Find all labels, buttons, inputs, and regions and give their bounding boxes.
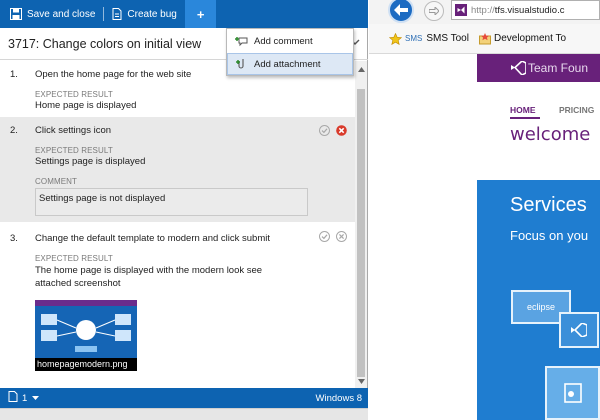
favorite-label: SMS Tool	[426, 33, 469, 44]
site-brand-name: Team Foun	[528, 61, 589, 75]
welcome-heading: welcome	[510, 124, 591, 145]
save-and-close-button[interactable]: Save and close	[0, 0, 103, 28]
create-bug-label: Create bug	[127, 8, 177, 20]
browser-window: http:// tfs.visualstudio.c SMS SMS Tool …	[369, 0, 600, 420]
comment-label: COMMENT	[35, 177, 78, 186]
web-page: Team Foun HOME PRICING welcome Services …	[369, 54, 600, 420]
test-case-title: 3717: Change colors on initial view	[8, 36, 202, 51]
attachment-count[interactable]: 1	[22, 393, 27, 404]
save-and-close-label: Save and close	[27, 8, 96, 20]
test-step[interactable]: 2. Click settings icon EXPECTED RESULT S…	[0, 117, 355, 222]
pass-icon[interactable]	[319, 125, 330, 136]
scroll-down-icon[interactable]	[355, 375, 367, 387]
step-number: 2.	[10, 125, 18, 136]
attachment-name: homepagemodern.png	[35, 358, 137, 371]
vs-tile[interactable]	[559, 312, 599, 348]
step-number: 1.	[10, 69, 18, 80]
expected-result: Home page is displayed	[35, 100, 137, 111]
attachment-count-icon	[8, 391, 18, 405]
plus-icon: +	[196, 6, 205, 22]
step-action: Open the home page for the web site	[35, 69, 192, 80]
favorites-bar: SMS SMS Tool Development To	[369, 24, 600, 54]
create-bug-button[interactable]: Create bug	[104, 0, 184, 28]
step-number: 3.	[10, 233, 18, 244]
hero-banner: Services Focus on you eclipse	[477, 180, 600, 420]
address-bar[interactable]: http:// tfs.visualstudio.c	[451, 0, 600, 20]
visual-studio-icon	[455, 4, 467, 16]
comment-add-icon	[235, 36, 248, 47]
expected-result: attached screenshot	[35, 278, 121, 289]
add-attachment-label: Add attachment	[254, 58, 321, 70]
expected-result-label: EXPECTED RESULT	[35, 90, 113, 99]
scroll-up-icon[interactable]	[355, 63, 367, 75]
url-host: tfs.visualstudio.c	[494, 4, 565, 16]
comment-box[interactable]: Settings page is not displayed	[35, 188, 308, 216]
add-menu-button[interactable]: +	[184, 0, 217, 28]
hero-title: Services	[510, 194, 587, 216]
visual-studio-logo-icon	[511, 60, 527, 78]
favorite-label: Development To	[493, 33, 567, 44]
nav-active-underline	[510, 117, 540, 119]
site-brand-bar: Team Foun	[477, 54, 600, 82]
test-runner-panel: Save and close Create bug + 3717: Change…	[0, 0, 368, 420]
expected-result: Settings page is displayed	[35, 156, 146, 167]
bug-icon	[112, 8, 122, 20]
runner-status-bar: 1 Windows 8	[0, 388, 368, 408]
attachment-icon	[236, 58, 248, 70]
visual-studio-icon	[571, 323, 587, 337]
browser-address-row: http:// tfs.visualstudio.c	[369, 0, 600, 24]
url-protocol: http://	[471, 4, 495, 16]
document-icon	[563, 383, 582, 403]
attachment-thumbnail[interactable]: homepagemodern.png	[35, 300, 137, 371]
pass-icon[interactable]	[319, 231, 330, 242]
hero-subtitle: Focus on you	[510, 228, 589, 243]
fail-icon[interactable]	[336, 231, 347, 242]
scrollbar-thumb[interactable]	[357, 89, 365, 377]
diagram-thumbnail-icon	[41, 314, 131, 352]
os-label: Windows 8	[315, 393, 362, 404]
runner-toolbar: Save and close Create bug +	[0, 0, 368, 28]
comment-text: Settings page is not displayed	[39, 193, 166, 204]
arrow-left-icon	[394, 4, 408, 16]
add-menu-dropdown: Add comment Add attachment	[226, 28, 354, 76]
nav-pricing-link[interactable]: PRICING	[559, 105, 594, 115]
add-comment-label: Add comment	[254, 35, 313, 47]
back-button[interactable]	[388, 0, 414, 23]
page-left-margin	[369, 54, 477, 420]
expected-result-label: EXPECTED RESULT	[35, 146, 113, 155]
star-folder-icon	[478, 32, 491, 45]
fail-icon[interactable]	[336, 125, 347, 136]
site-nav: HOME PRICING	[477, 98, 600, 119]
forward-button[interactable]	[424, 1, 444, 21]
favorite-sms-tool[interactable]: SMS SMS Tool	[389, 32, 469, 45]
eclipse-tile-label: eclipse	[526, 302, 555, 312]
test-step[interactable]: 3. Change the default template to modern…	[0, 222, 355, 388]
nav-home-link[interactable]: HOME	[510, 105, 536, 115]
step-action: Change the default template to modern an…	[35, 233, 270, 244]
app-tile[interactable]	[545, 366, 600, 420]
step-action: Click settings icon	[35, 125, 112, 136]
steps-list: 1. Open the home page for the web site E…	[0, 61, 355, 388]
save-icon	[10, 8, 22, 20]
sms-icon: SMS	[405, 34, 423, 43]
count-dropdown-icon[interactable]	[32, 393, 40, 404]
expected-result: The home page is displayed with the mode…	[35, 265, 263, 276]
favorite-development-tools[interactable]: Development To	[478, 32, 567, 45]
expected-result-label: EXPECTED RESULT	[35, 254, 113, 263]
arrow-right-icon	[429, 7, 439, 15]
add-comment-menu-item[interactable]: Add comment	[227, 30, 353, 52]
star-icon	[389, 32, 402, 45]
add-attachment-menu-item[interactable]: Add attachment	[227, 53, 353, 75]
steps-scrollbar[interactable]	[355, 61, 367, 388]
bottom-strip	[0, 408, 368, 420]
